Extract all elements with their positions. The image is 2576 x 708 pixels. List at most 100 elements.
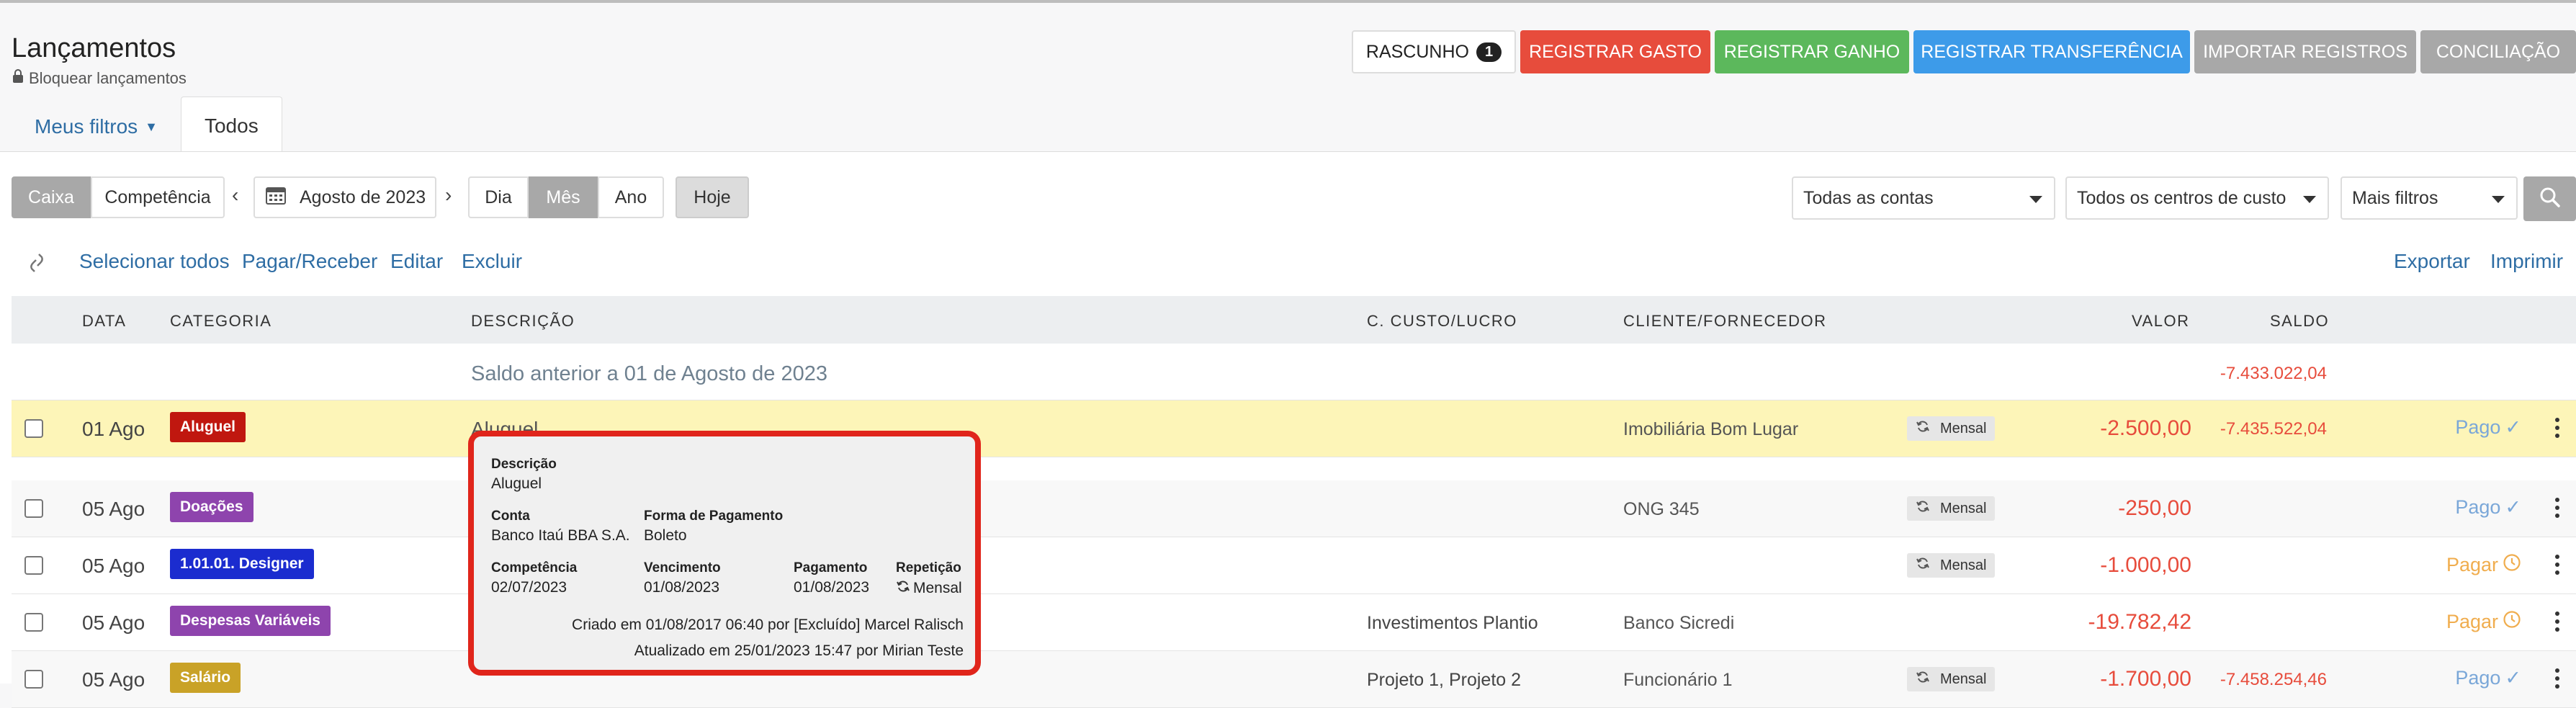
page-header: Lançamentos Bloquear lançamentos RASCUNH… [0,3,2576,154]
header-category[interactable]: CATEGORIA [170,312,271,331]
table-row[interactable]: 05 Ago Salário Projeto 1, Projeto 2 Func… [12,651,2576,708]
search-button[interactable] [2523,176,2576,221]
row-cost-center: Investimentos Plantio [1367,613,1538,633]
row-client: Funcionário 1 [1623,670,1733,690]
category-tag: 1.01.01. Designer [170,549,314,579]
kebab-icon[interactable] [2554,498,2560,518]
refresh-icon [1916,670,1930,689]
caret-down-icon [2492,196,2505,203]
export-link[interactable]: Exportar [2394,250,2470,273]
print-link[interactable]: Imprimir [2490,250,2563,273]
regime-caixa-button[interactable]: Caixa [12,176,91,218]
header-value[interactable]: VALOR [2132,312,2189,331]
popover-repeat-value: Mensal [913,580,962,596]
row-date: 05 Ago [82,498,145,520]
period-picker[interactable]: Agosto de 2023 [253,176,436,218]
link-icon[interactable] [29,253,45,278]
previous-balance-value: -7.433.022,04 [2220,364,2327,383]
status-to-pay[interactable]: Pagar [2446,610,2521,634]
row-checkbox[interactable] [24,613,43,632]
row-checkbox[interactable] [24,556,43,575]
lock-entries-link[interactable]: Bloquear lançamentos [12,69,187,88]
reconciliation-button[interactable]: CONCILIAÇÃO [2420,30,2576,73]
popover-competence: 02/07/2023 [491,579,567,596]
refresh-icon [1916,419,1930,438]
calendar-icon [265,185,287,210]
granularity-ano-button[interactable]: Ano [598,176,664,218]
header-description[interactable]: DESCRIÇÃO [471,312,575,331]
cost-centers-select-value: Todos os centros de custo [2077,187,2286,208]
page-title: Lançamentos [12,33,176,63]
row-checkbox[interactable] [24,419,43,438]
popover-created: Criado em 01/08/2017 06:40 por [Excluído… [572,617,964,633]
kebab-icon[interactable] [2554,555,2560,575]
bulk-actions-bar: Selecionar todos Pagar/Receber Editar Ex… [0,250,2576,279]
tab-my-filters[interactable]: Meus filtros ▼ [12,99,181,154]
header-cost-center[interactable]: C. CUSTO/LUCRO [1367,312,1517,331]
cost-centers-select[interactable]: Todos os centros de custo [2065,176,2329,220]
draft-label: RASCUNHO [1365,41,1469,62]
status-label: Pago [2455,496,2501,518]
main-content: Caixa Competência ‹ Agosto de 2023 › Dia… [0,151,2576,708]
row-value: -1.700,00 [2100,667,2191,691]
entry-details-popover: Descrição Aluguel Conta Banco Itaú BBA S… [468,431,981,676]
regime-competencia-button[interactable]: Competência [91,176,225,218]
delete-link[interactable]: Excluir [462,250,522,273]
category-tag: Despesas Variáveis [170,606,331,636]
status-to-pay[interactable]: Pagar [2446,553,2521,577]
check-icon: ✓ [2505,667,2521,689]
status-paid[interactable]: Pago ✓ [2455,416,2521,439]
register-expense-button[interactable]: REGISTRAR GASTO [1520,30,1710,73]
header-actions: RASCUNHO 1 REGISTRAR GASTO REGISTRAR GAN… [1352,30,2576,73]
select-all-link[interactable]: Selecionar todos [79,250,230,273]
row-client: ONG 345 [1623,499,1700,519]
kebab-icon[interactable] [2554,668,2560,689]
popover-updated: Atualizado em 25/01/2023 15:47 por Miria… [634,642,964,659]
pay-receive-link[interactable]: Pagar/Receber [242,250,377,273]
recurrence-label: Mensal [1940,557,1987,573]
today-button[interactable]: Hoje [676,176,749,218]
import-records-button[interactable]: IMPORTAR REGISTROS [2194,30,2416,73]
status-label: Pago [2455,416,2501,438]
recurrence-badge: Mensal [1907,416,1996,441]
granularity-mes-button[interactable]: Mês [529,176,598,218]
refresh-icon [1916,556,1930,575]
draft-button[interactable]: RASCUNHO 1 [1352,30,1516,73]
category-tag: Doações [170,492,253,522]
kebab-icon[interactable] [2554,611,2560,632]
row-checkbox[interactable] [24,499,43,518]
caret-down-icon [2029,196,2042,203]
popover-payment-method: Boleto [644,527,687,544]
caret-down-icon [2303,196,2316,203]
header-client-supplier[interactable]: CLIENTE/FORNECEDOR [1623,312,1826,331]
row-value: -19.782,42 [2088,610,2191,634]
lock-icon [12,69,24,88]
refresh-icon [1916,499,1930,518]
register-income-button[interactable]: REGISTRAR GANHO [1715,30,1909,73]
prev-period-button[interactable]: ‹ [232,184,238,207]
row-date: 01 Ago [82,418,145,440]
table-row[interactable]: 05 Ago Doações ONG 345 Mensal -250,00 Pa… [12,480,2576,537]
search-icon [2539,187,2561,212]
kebab-icon[interactable] [2554,418,2560,438]
status-label: Pagar [2446,554,2498,575]
popover-account-label: Conta [491,508,530,524]
table-row[interactable]: 01 Ago Aluguel Aluguel Imobiliária Bom L… [12,400,2576,457]
table-row[interactable]: 05 Ago 1.01.01. Designer Mensal -1.000,0… [12,537,2576,594]
status-paid[interactable]: Pago ✓ [2455,496,2521,519]
header-balance[interactable]: SALDO [2270,312,2329,331]
edit-link[interactable]: Editar [390,250,443,273]
table-row[interactable]: 05 Ago Despesas Variáveis Investimentos … [12,594,2576,651]
row-balance: -7.458.254,46 [2220,670,2327,689]
status-paid[interactable]: Pago ✓ [2455,667,2521,689]
tab-all[interactable]: Todos [180,97,282,154]
row-balance: -7.435.522,04 [2220,419,2327,439]
register-transfer-button[interactable]: REGISTRAR TRANSFERÊNCIA [1913,30,2190,73]
popover-account: Banco Itaú BBA S.A. [491,527,630,544]
next-period-button[interactable]: › [445,184,452,207]
row-checkbox[interactable] [24,670,43,689]
more-filters-select[interactable]: Mais filtros [2341,176,2518,220]
accounts-select[interactable]: Todas as contas [1792,176,2055,220]
header-date[interactable]: DATA [82,312,126,331]
granularity-dia-button[interactable]: Dia [468,176,529,218]
